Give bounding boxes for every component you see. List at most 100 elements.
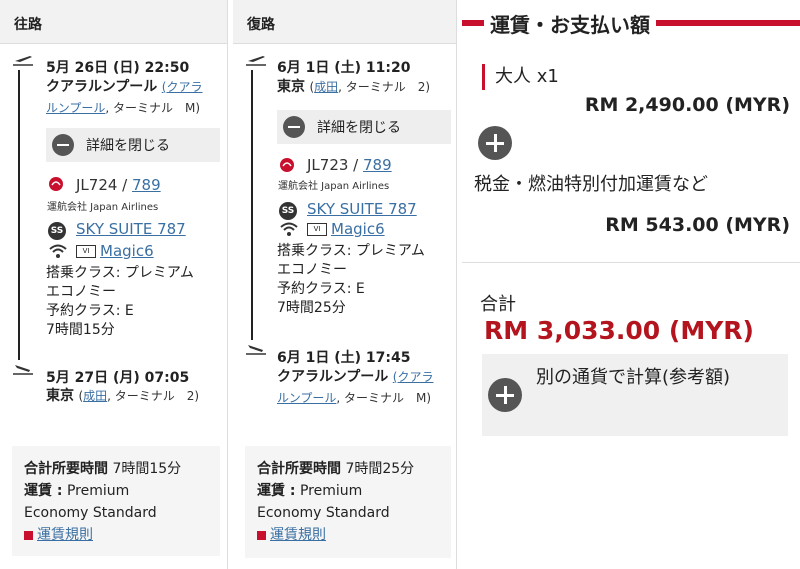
return-timeline [251,70,253,340]
tv-icon: VI [76,244,96,258]
rule-icon [257,530,266,540]
return-header: 復路 [233,0,456,44]
booking-class: 予約クラス: E [277,281,365,297]
plus-circle-icon [488,378,522,412]
fare-value: Premium [299,483,363,499]
total-time-row: 合計所要時間 7時間25分 [257,458,439,480]
return-arrival-airport: クアラルンプール (クアラ ルンプール, ターミナル M) [277,367,453,409]
tax-expand-button[interactable] [478,126,512,160]
arrival-airport-link-cont[interactable]: ルンプール [277,391,336,405]
return-column: 復路 6月 1日 (土) 11:20 東京 (成田, ターミナル 2) 詳細を閉… [233,0,457,569]
arrival-city: クアラルンプール [277,369,389,385]
arrival-airport-link[interactable]: (クアラ [393,370,434,384]
outbound-flight-number: JL724 / 789 [76,176,161,194]
cabin-class-line: 搭乗クラス: プレミアム [46,265,194,281]
fare-rules-row: 運賃規則 [257,524,439,546]
outbound-summary: 合計所要時間 7時間15分 運賃 : Premium Economy Stand… [12,446,220,556]
cabin-class-line-cont: エコノミー [277,262,347,278]
minus-circle-icon [52,134,74,156]
departure-airport-link[interactable]: (クアラ [162,80,203,94]
departure-airport-link[interactable]: 成田 [314,80,338,94]
arrival-airport-link[interactable]: 成田 [83,389,107,403]
total-time-label: 合計所要時間 [24,461,108,477]
departure-airport-link-cont[interactable]: ルンプール [46,101,105,115]
return-close-details-button[interactable]: 詳細を閉じる [277,110,451,144]
total-amount: RM 3,033.00 (MYR) [484,316,754,345]
outbound-departure-datetime: 5月 26日 (日) 22:50 [46,60,190,76]
total-time-row: 合計所要時間 7時間15分 [24,458,208,480]
fare-label: 運賃 : [24,483,63,499]
landing-icon [246,345,266,355]
return-arrival-datetime: 6月 1日 (土) 17:45 [277,350,411,366]
return-departure-datetime: 6月 1日 (土) 11:20 [277,60,411,76]
fare-type-row: 運賃 : Premium [24,480,208,502]
aircraft-link[interactable]: 789 [363,156,392,174]
wifi-icon [49,244,67,258]
fare-title: 運賃・お支払い額 [490,12,650,37]
flight-prefix: JL724 / [76,176,133,194]
title-accent-left [462,20,484,26]
fare-value-cont: Economy Standard [257,505,390,521]
return-departure-airport: 東京 (成田, ターミナル 2) [277,77,453,98]
return-flight-number: JL723 / 789 [307,156,392,174]
fare-rules-row: 運賃規則 [24,524,208,546]
entertainment-link[interactable]: Magic6 [100,242,154,260]
fare-divider [462,262,800,263]
operated-by: 運航会社 Japan Airlines [278,181,390,192]
rule-icon [24,530,33,540]
return-summary: 合計所要時間 7時間25分 運賃 : Premium Economy Stand… [245,446,451,558]
currency-convert-button[interactable]: 別の通貨で計算(参考額) [482,354,788,436]
jal-crane-icon [280,158,294,172]
flight-duration: 7時間15分 [46,322,115,338]
outbound-departure-airport: クアラルンプール (クアラ ルンプール, ターミナル M) [46,77,224,119]
currency-convert-label: 別の通貨で計算(参考額) [536,367,731,388]
cabin-class-line-cont: エコノミー [46,284,116,300]
tax-label: 税金・燃油特別付加運賃など [474,174,708,195]
fare-value-cont: Economy Standard [24,505,157,521]
flight-duration: 7時間25分 [277,300,346,316]
landing-icon [13,365,33,375]
seat-type-link[interactable]: SKY SUITE 787 [76,220,186,238]
aircraft-link[interactable]: 789 [132,176,161,194]
entertainment-row: VI Magic6 [48,242,154,260]
adult-fare-amount: RM 2,490.00 (MYR) [584,94,790,116]
title-accent-right [656,20,800,26]
close-details-label: 詳細を閉じる [86,138,170,154]
outbound-timeline [18,70,20,360]
fare-value: Premium [66,483,130,499]
jal-crane-icon [49,177,63,191]
arrival-city: 東京 [46,388,74,404]
departure-city: クアラルンプール [46,79,158,95]
outbound-header: 往路 [0,0,227,44]
departure-city: 東京 [277,79,305,95]
entertainment-link[interactable]: Magic6 [331,220,385,238]
outbound-arrival-airport: 東京 (成田, ターミナル 2) [46,386,224,407]
total-time-value: 7時間25分 [345,461,415,477]
fare-label: 運賃 : [257,483,296,499]
seat-type-link[interactable]: SKY SUITE 787 [307,200,417,218]
outbound-close-details-button[interactable]: 詳細を閉じる [46,128,220,162]
takeoff-icon [13,56,33,66]
total-time-label: 合計所要時間 [257,461,341,477]
departure-terminal: , ターミナル 2) [338,80,431,94]
entertainment-row: VI Magic6 [279,220,385,238]
ss-badge-icon: SS [48,222,66,240]
tv-icon: VI [307,222,327,236]
fare-type-row: 運賃 : Premium [257,480,439,502]
outbound-arrival-datetime: 5月 27日 (月) 07:05 [46,370,190,386]
departure-terminal: , ターミナル M) [105,101,201,115]
operated-by: 運航会社 Japan Airlines [47,202,159,213]
fare-title-bar: 運賃・お支払い額 [462,6,800,40]
ss-badge-icon: SS [279,202,297,220]
blank-area [457,440,800,569]
fare-rules-link[interactable]: 運賃規則 [270,527,326,543]
tax-amount: RM 543.00 (MYR) [605,214,790,236]
booking-class: 予約クラス: E [46,303,134,319]
close-details-label: 詳細を閉じる [317,120,401,136]
flight-prefix: JL723 / [307,156,364,174]
fare-rules-link[interactable]: 運賃規則 [37,527,93,543]
outbound-column: 往路 5月 26日 (日) 22:50 クアラルンプール (クアラ ルンプール,… [0,0,228,569]
total-label: 合計 [480,294,516,315]
cabin-class-line: 搭乗クラス: プレミアム [277,243,425,259]
takeoff-icon [246,56,266,66]
